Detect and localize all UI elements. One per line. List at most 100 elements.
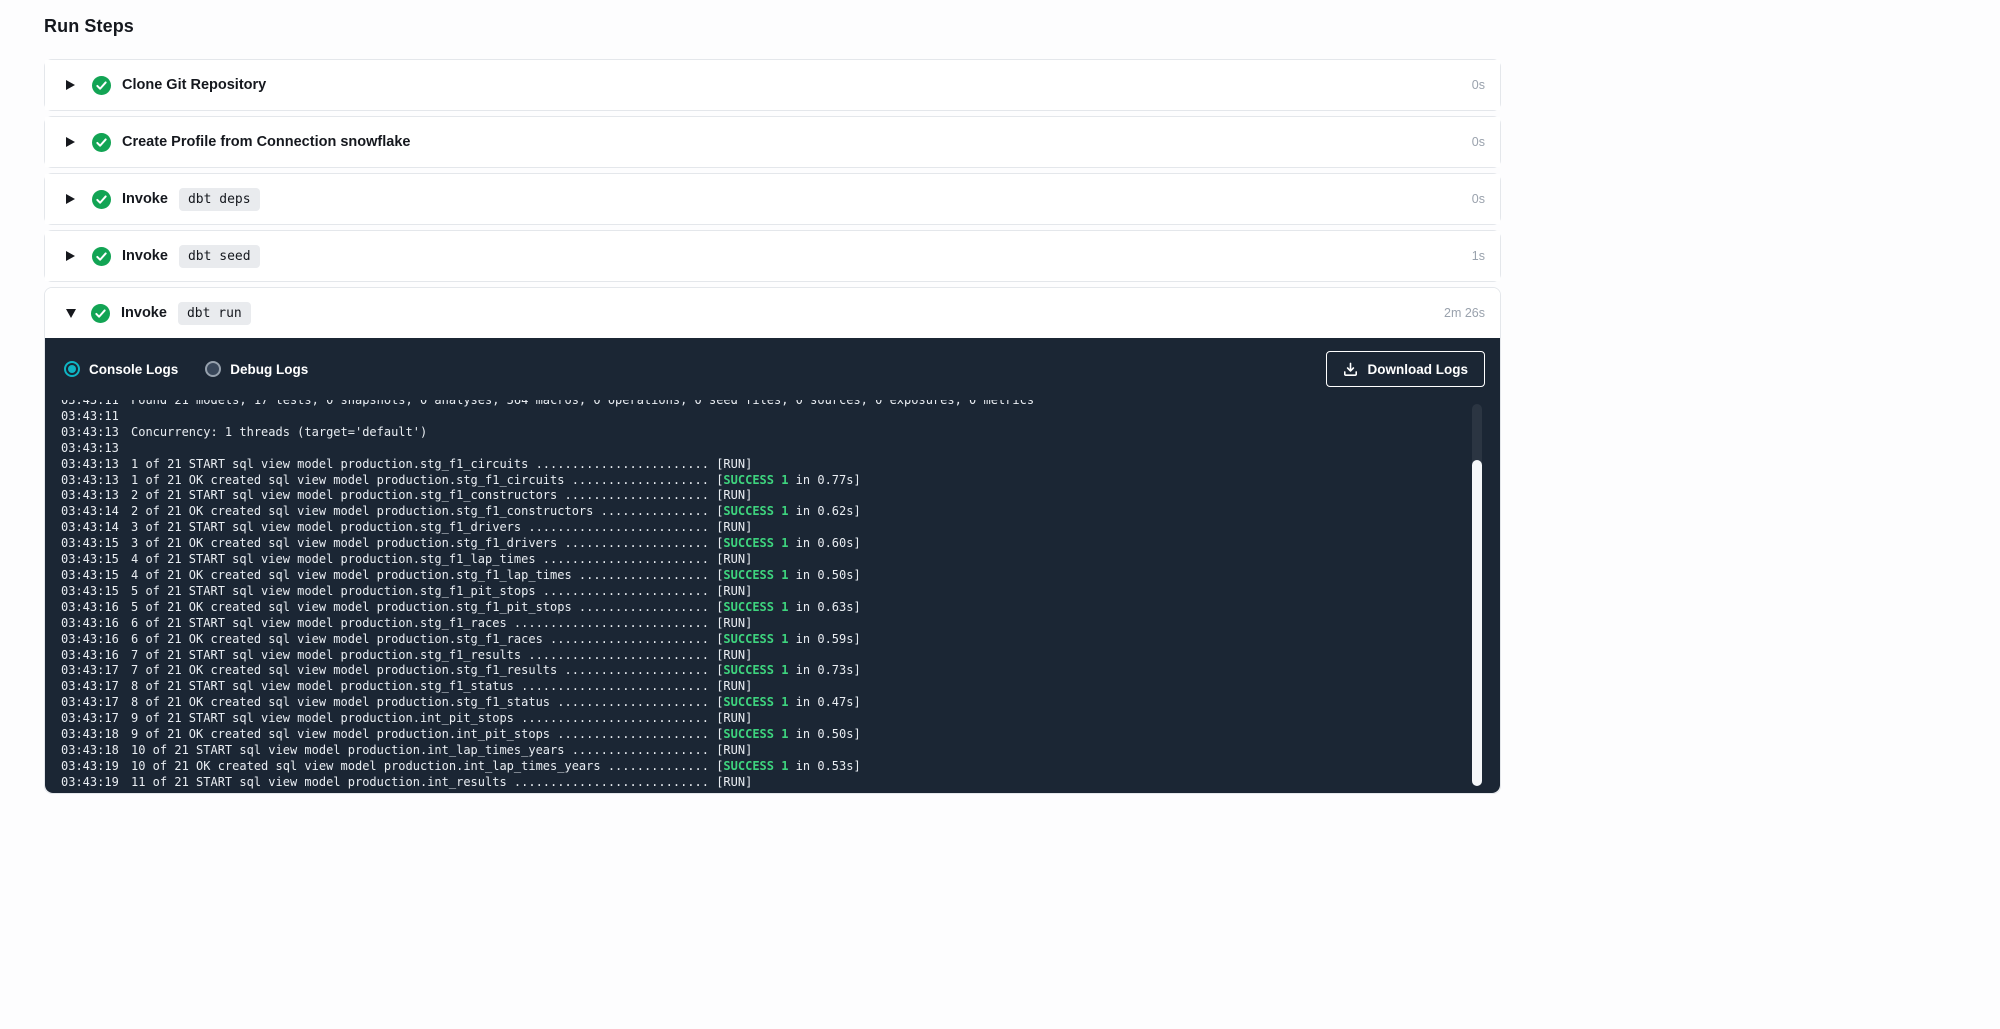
step-label: Invoke [122, 248, 168, 264]
log-success-status: SUCCESS 1 [723, 536, 788, 550]
radio-unselected-icon[interactable] [205, 361, 221, 377]
log-message: Concurrency: 1 threads (target='default'… [131, 425, 427, 441]
log-message: 7 of 21 START sql view model production.… [131, 648, 752, 664]
log-timestamp: 03:43:13 [61, 441, 131, 457]
log-message: 3 of 21 START sql view model production.… [131, 520, 752, 536]
run-steps-page: Run Steps Clone Git Repository 0s Create… [0, 0, 2000, 794]
log-timestamp: 03:43:13 [61, 425, 131, 441]
step-row-invoke-dbt-seed[interactable]: Invoke dbt seed 1s [44, 230, 1501, 282]
console-log-area[interactable]: 03:43:11Found 21 models, 17 tests, 0 sna… [45, 400, 1500, 793]
log-success-status: SUCCESS 1 [723, 600, 788, 614]
log-message: Found 21 models, 17 tests, 0 snapshots, … [131, 400, 1034, 409]
log-message: 4 of 21 OK created sql view model produc… [131, 568, 861, 584]
step-command-chip: dbt run [178, 302, 251, 325]
log-message: 8 of 21 OK created sql view model produc… [131, 695, 861, 711]
step-duration: 1s [1472, 249, 1485, 263]
log-line: 03:43:13 [61, 441, 1464, 457]
step-label: Invoke [121, 305, 167, 321]
caret-right-icon[interactable] [66, 194, 75, 204]
log-timestamp: 03:43:17 [61, 695, 131, 711]
log-success-status: SUCCESS 1 [723, 504, 788, 518]
step-row-clone-git-repository[interactable]: Clone Git Repository 0s [44, 59, 1501, 111]
success-check-icon [92, 247, 111, 266]
log-timestamp: 03:43:19 [61, 775, 131, 791]
step-header[interactable]: Invoke dbt seed 1s [45, 231, 1500, 281]
log-message: 5 of 21 OK created sql view model produc… [131, 600, 861, 616]
log-line: 03:43:1810 of 21 START sql view model pr… [61, 743, 1464, 759]
page-title: Run Steps [44, 16, 2000, 37]
console-scrollbar[interactable] [1472, 404, 1482, 786]
log-message: 6 of 21 START sql view model production.… [131, 616, 752, 632]
log-line: 03:43:166 of 21 START sql view model pro… [61, 616, 1464, 632]
success-check-icon [92, 133, 111, 152]
console-logs-label: Console Logs [89, 362, 178, 377]
log-message: 10 of 21 OK created sql view model produ… [131, 759, 861, 775]
success-check-icon [91, 304, 110, 323]
step-header[interactable]: Create Profile from Connection snowflake… [45, 117, 1500, 167]
caret-right-icon[interactable] [66, 80, 75, 90]
step-header[interactable]: Invoke dbt run 2m 26s [45, 288, 1500, 338]
step-row-invoke-dbt-run: Invoke dbt run 2m 26s Console Logs Debug… [44, 287, 1501, 794]
log-line: 03:43:142 of 21 OK created sql view mode… [61, 504, 1464, 520]
log-message: 5 of 21 START sql view model production.… [131, 584, 752, 600]
log-timestamp: 03:43:16 [61, 648, 131, 664]
log-timestamp: 03:43:18 [61, 743, 131, 759]
step-command-chip: dbt deps [179, 188, 260, 211]
log-line: 03:43:11 [61, 409, 1464, 425]
step-label: Create Profile from Connection snowflake [122, 134, 410, 150]
log-timestamp: 03:43:13 [61, 457, 131, 473]
step-header[interactable]: Clone Git Repository 0s [45, 60, 1500, 110]
log-line: 03:43:143 of 21 START sql view model pro… [61, 520, 1464, 536]
download-logs-button[interactable]: Download Logs [1326, 351, 1486, 387]
log-message: 3 of 21 OK created sql view model produc… [131, 536, 861, 552]
step-header[interactable]: Invoke dbt deps 0s [45, 174, 1500, 224]
step-row-create-profile[interactable]: Create Profile from Connection snowflake… [44, 116, 1501, 168]
log-line: 03:43:1910 of 21 OK created sql view mod… [61, 759, 1464, 775]
debug-logs-tab[interactable]: Debug Logs [205, 361, 308, 377]
caret-right-icon[interactable] [66, 251, 75, 261]
step-duration: 0s [1472, 78, 1485, 92]
log-success-status: SUCCESS 1 [723, 727, 788, 741]
log-line: 03:43:154 of 21 START sql view model pro… [61, 552, 1464, 568]
log-timestamp: 03:43:15 [61, 568, 131, 584]
log-success-status: SUCCESS 1 [723, 663, 788, 677]
console-log-lines: 03:43:11Found 21 models, 17 tests, 0 sna… [61, 400, 1464, 791]
console-scrollbar-thumb[interactable] [1472, 460, 1482, 786]
step-duration: 0s [1472, 192, 1485, 206]
log-line: 03:43:189 of 21 OK created sql view mode… [61, 727, 1464, 743]
radio-selected-icon[interactable] [64, 361, 80, 377]
log-timestamp: 03:43:13 [61, 488, 131, 504]
caret-right-icon[interactable] [66, 137, 75, 147]
log-timestamp: 03:43:15 [61, 584, 131, 600]
step-label: Clone Git Repository [122, 77, 266, 93]
log-line: 03:43:131 of 21 START sql view model pro… [61, 457, 1464, 473]
log-message: 1 of 21 OK created sql view model produc… [131, 473, 861, 489]
log-timestamp: 03:43:14 [61, 504, 131, 520]
log-success-status: SUCCESS 1 [723, 759, 788, 773]
console-logs-tab[interactable]: Console Logs [64, 361, 178, 377]
log-line: 03:43:179 of 21 START sql view model pro… [61, 711, 1464, 727]
log-message: 9 of 21 START sql view model production.… [131, 711, 752, 727]
log-timestamp: 03:43:13 [61, 473, 131, 489]
log-message: 6 of 21 OK created sql view model produc… [131, 632, 861, 648]
log-line: 03:43:178 of 21 OK created sql view mode… [61, 695, 1464, 711]
step-label: Invoke [122, 191, 168, 207]
log-message: 2 of 21 OK created sql view model produc… [131, 504, 861, 520]
log-timestamp: 03:43:15 [61, 536, 131, 552]
step-duration: 0s [1472, 135, 1485, 149]
step-duration: 2m 26s [1444, 306, 1485, 320]
log-line: 03:43:13Concurrency: 1 threads (target='… [61, 425, 1464, 441]
log-timestamp: 03:43:16 [61, 632, 131, 648]
log-timestamp: 03:43:17 [61, 663, 131, 679]
log-timestamp: 03:43:19 [61, 759, 131, 775]
log-message: 4 of 21 START sql view model production.… [131, 552, 752, 568]
console-header: Console Logs Debug Logs [45, 338, 1500, 400]
log-line: 03:43:178 of 21 START sql view model pro… [61, 679, 1464, 695]
log-line: 03:43:167 of 21 START sql view model pro… [61, 648, 1464, 664]
step-row-invoke-dbt-deps[interactable]: Invoke dbt deps 0s [44, 173, 1501, 225]
caret-down-icon[interactable] [66, 309, 76, 318]
step-command-chip: dbt seed [179, 245, 260, 268]
success-check-icon [92, 190, 111, 209]
download-icon [1343, 362, 1358, 377]
steps-list: Clone Git Repository 0s Create Profile f… [44, 59, 1501, 794]
